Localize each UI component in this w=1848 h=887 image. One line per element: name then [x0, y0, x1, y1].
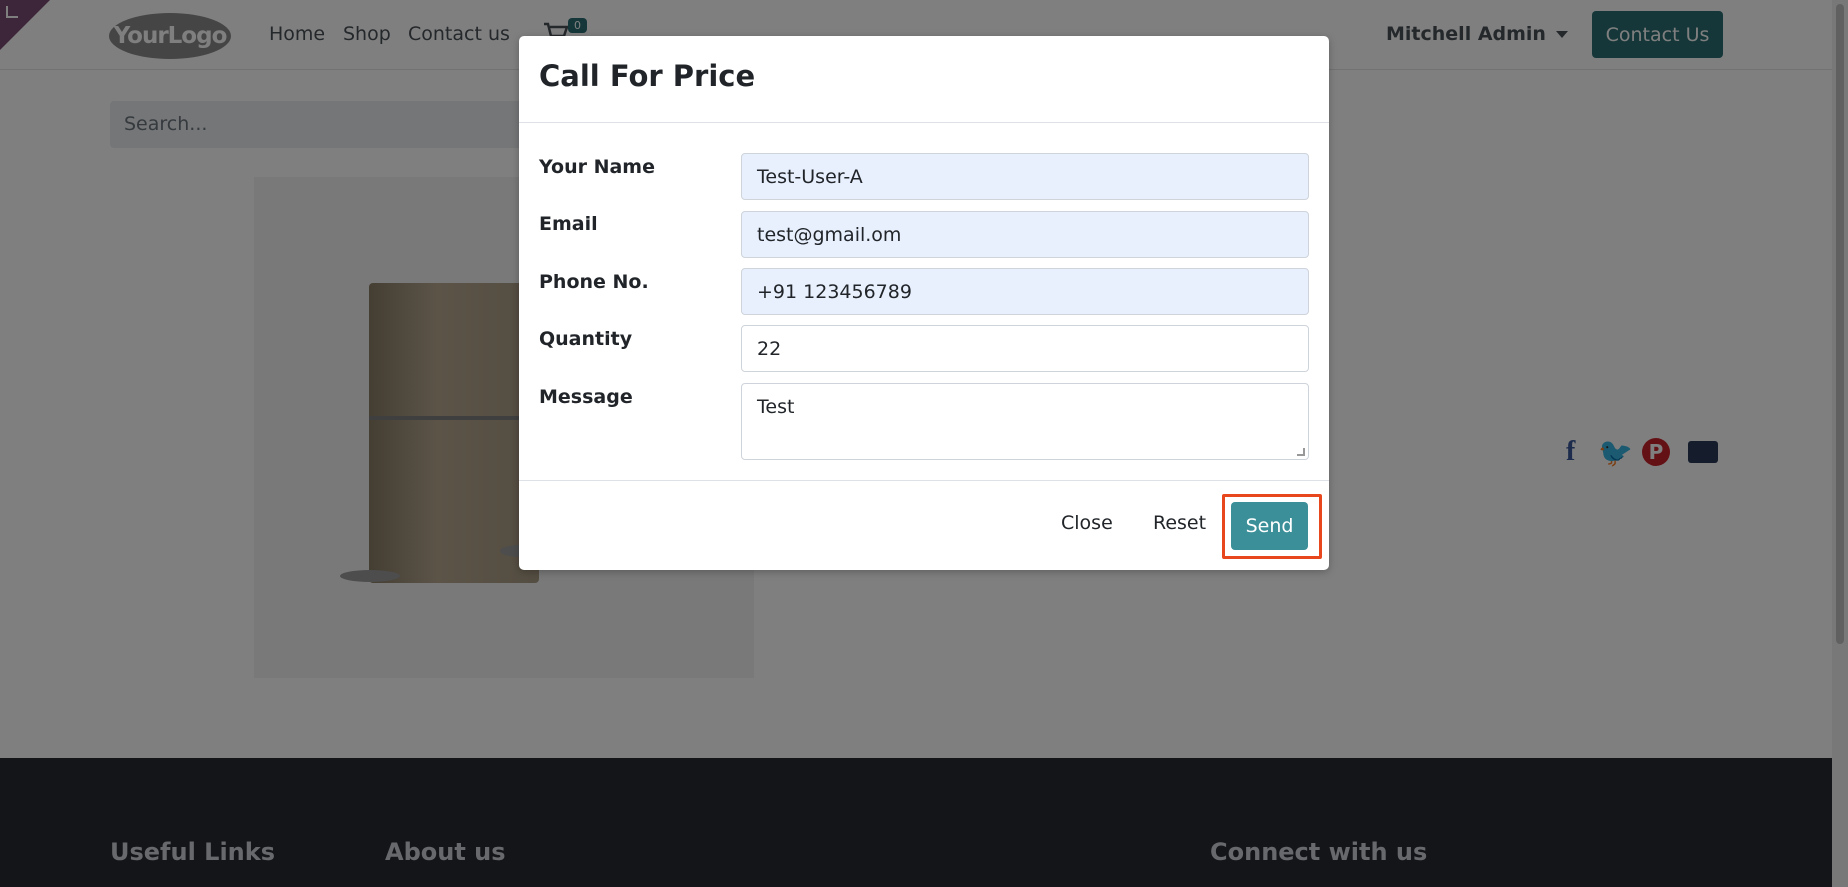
email-label: Email — [539, 213, 598, 235]
quantity-input[interactable]: 22 — [741, 325, 1309, 372]
phone-input[interactable]: +91 123456789 — [741, 268, 1309, 315]
close-button[interactable]: Close — [1061, 512, 1113, 534]
resize-handle-icon[interactable] — [1297, 448, 1305, 456]
message-label: Message — [539, 386, 633, 408]
quantity-label: Quantity — [539, 328, 633, 350]
reset-button[interactable]: Reset — [1153, 512, 1206, 534]
call-for-price-dialog: Call For Price Your Name Test-User-A Ema… — [519, 36, 1329, 570]
modal-title: Call For Price — [539, 59, 756, 93]
your-name-label: Your Name — [539, 156, 655, 178]
send-button[interactable]: Send — [1231, 502, 1308, 550]
message-text: Test — [757, 396, 795, 418]
modal-footer — [519, 480, 1329, 570]
phone-label: Phone No. — [539, 271, 649, 293]
email-input[interactable]: test@gmail.om — [741, 211, 1309, 258]
modal-header: Call For Price — [519, 36, 1329, 123]
message-textarea[interactable]: Test — [741, 383, 1309, 460]
your-name-input[interactable]: Test-User-A — [741, 153, 1309, 200]
